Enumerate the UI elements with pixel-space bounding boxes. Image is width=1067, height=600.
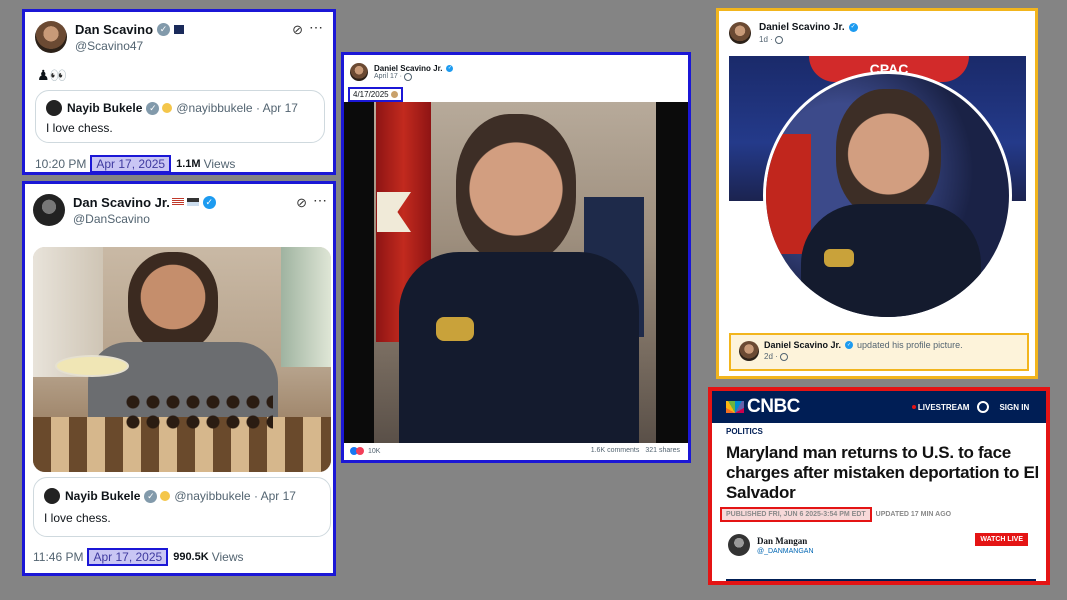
author-handle[interactable]: @_DANMANGAN xyxy=(757,548,814,555)
verified-badge-icon: ✓ xyxy=(848,23,858,32)
quoted-author-name: Nayib Bukele xyxy=(67,101,143,115)
divider xyxy=(726,579,1036,581)
quoted-handle: @nayibbukele · Apr 17 xyxy=(176,101,298,115)
updated-time: UPDATED 17 MIN AGO xyxy=(875,511,952,518)
views-count: 990.5K xyxy=(173,551,209,563)
author-name[interactable]: Dan Scavino xyxy=(75,22,153,37)
cnbc-article: CNBC LIVESTREAM SIGN IN POLITICS Marylan… xyxy=(708,387,1050,585)
quoted-tweet[interactable]: Nayib Bukele ✓ @nayibbukele · Apr 17 I l… xyxy=(33,477,331,537)
globe-icon xyxy=(779,352,788,361)
verified-badge-icon: ✓ xyxy=(845,341,854,349)
grok-icon[interactable]: ⊘ xyxy=(292,22,303,38)
author-handle[interactable]: @DanScavino xyxy=(73,212,216,226)
live-dot-icon xyxy=(911,405,916,409)
verified-badge-icon: ✓ xyxy=(157,22,171,36)
search-icon[interactable] xyxy=(977,401,990,413)
chess-photo[interactable] xyxy=(33,247,331,472)
section-label[interactable]: POLITICS xyxy=(726,427,763,436)
views-label: Views xyxy=(203,157,236,171)
profile-update-highlight: Daniel Scavino Jr. ✓ updated his profile… xyxy=(729,333,1029,371)
sign-in-link[interactable]: SIGN IN xyxy=(999,403,1029,412)
update-time[interactable]: 2d · xyxy=(764,352,778,361)
post-time[interactable]: 1d · xyxy=(759,35,773,44)
author-name[interactable]: Dan Scavino Jr. xyxy=(73,195,170,210)
tweet-date-highlight[interactable]: Apr 17, 2025 xyxy=(90,155,172,172)
globe-icon xyxy=(774,35,783,44)
date-tag-highlight: 4/17/2025 xyxy=(348,87,403,102)
oval-office-photo[interactable] xyxy=(344,102,688,443)
quoted-text: I love chess. xyxy=(44,511,111,525)
verified-badge-icon: ✓ xyxy=(146,101,160,115)
quoted-handle: @nayibbukele · Apr 17 xyxy=(174,489,296,503)
watch-live-button[interactable]: WATCH LIVE xyxy=(975,533,1028,546)
update-text: updated his profile picture. xyxy=(857,340,963,350)
grok-icon[interactable]: ⊘ xyxy=(296,195,307,211)
tweet-card-1: Dan Scavino ✓ @Scavino47 ⊘ ⋯ ♟👀 Nayib Bu… xyxy=(22,9,336,175)
tweet-card-2: Dan Scavino Jr. ✓ @DanScavino ⊘ ⋯ Nayib … xyxy=(22,181,336,576)
headline: Maryland man returns to U.S. to face cha… xyxy=(726,443,1039,502)
author-handle[interactable]: @Scavino47 xyxy=(75,39,184,53)
emoji-icon xyxy=(390,91,398,98)
facebook-post: Daniel Scavino Jr. ✓ April 17 · 4/17/202… xyxy=(341,52,691,463)
comments-count[interactable]: 1.6K comments xyxy=(591,447,640,454)
flag-icon xyxy=(186,198,199,206)
emoji-icon xyxy=(160,491,171,501)
author-name[interactable]: Dan Mangan xyxy=(757,536,814,546)
verified-badge-icon: ✓ xyxy=(144,489,158,503)
verified-badge-icon: ✓ xyxy=(446,64,454,72)
avatar[interactable] xyxy=(739,340,759,361)
flag-icon xyxy=(174,24,185,34)
views-count: 1.1M xyxy=(176,158,201,170)
peacock-logo-icon[interactable] xyxy=(726,401,744,413)
quoted-text: I love chess. xyxy=(46,121,113,135)
more-options-icon[interactable]: ⋯ xyxy=(313,192,327,209)
avatar[interactable] xyxy=(33,194,65,226)
tweet-body: ♟👀 xyxy=(37,67,67,83)
author-name[interactable]: Daniel Scavino Jr. xyxy=(759,22,845,33)
emoji-icon xyxy=(162,103,173,113)
cnbc-logo[interactable]: CNBC xyxy=(747,396,800,418)
quoted-tweet[interactable]: Nayib Bukele ✓ @nayibbukele · Apr 17 I l… xyxy=(35,90,325,143)
profile-picture-post: Daniel Scavino Jr. ✓ 1d · CPAC Daniel Sc… xyxy=(716,8,1038,379)
date-tag-text: 4/17/2025 xyxy=(353,90,389,99)
cnbc-header: CNBC LIVESTREAM SIGN IN xyxy=(712,391,1046,423)
avatar xyxy=(44,488,60,504)
verified-badge-icon: ✓ xyxy=(202,195,216,209)
quoted-author-name: Nayib Bukele xyxy=(65,489,141,503)
published-highlight: PUBLISHED FRI, JUN 6 2025-3:54 PM EDT xyxy=(720,507,872,522)
love-reaction-icon[interactable] xyxy=(356,447,364,455)
tweet-date-highlight[interactable]: Apr 17, 2025 xyxy=(87,548,169,566)
views-label: Views xyxy=(211,550,244,564)
livestream-link[interactable]: LIVESTREAM xyxy=(918,403,970,412)
globe-icon xyxy=(404,72,413,81)
post-date[interactable]: April 17 · xyxy=(374,73,402,80)
reaction-count[interactable]: 10K xyxy=(368,448,380,455)
author-avatar[interactable] xyxy=(728,534,750,556)
shares-count[interactable]: 321 shares xyxy=(645,447,680,454)
avatar xyxy=(46,100,62,116)
avatar[interactable] xyxy=(350,63,368,81)
tweet-time[interactable]: 11:46 PM xyxy=(33,550,83,564)
more-options-icon[interactable]: ⋯ xyxy=(309,19,323,36)
profile-picture[interactable] xyxy=(763,71,1012,320)
flag-icon xyxy=(171,198,184,206)
avatar[interactable] xyxy=(35,21,67,53)
tweet-time[interactable]: 10:20 PM xyxy=(35,157,86,171)
update-author-name[interactable]: Daniel Scavino Jr. xyxy=(764,340,841,350)
author-name[interactable]: Daniel Scavino Jr. xyxy=(374,64,442,73)
avatar[interactable] xyxy=(729,22,751,44)
